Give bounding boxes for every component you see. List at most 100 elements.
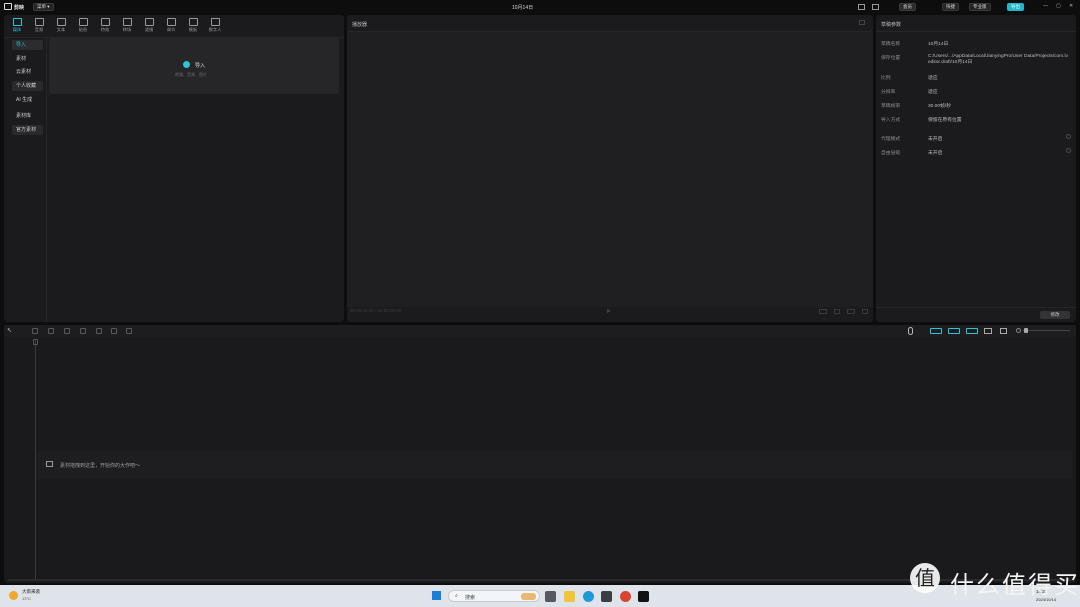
- preview-axis-icon[interactable]: [984, 328, 992, 334]
- filter-icon: [144, 18, 154, 26]
- sidebar-item-1[interactable]: 素材: [12, 54, 43, 64]
- player-title: 播放器: [352, 22, 368, 28]
- microphone-icon[interactable]: [908, 327, 913, 335]
- export-button[interactable]: 导出: [1007, 3, 1024, 11]
- zoom-out-icon[interactable]: [1016, 328, 1021, 333]
- sidebar-item-5[interactable]: 素材库: [12, 111, 43, 121]
- redo-icon[interactable]: [48, 328, 54, 334]
- media-toolbar: 媒体 音频 文本 贴纸 特效 转场 滤镜 调节 模板 数字人: [6, 16, 276, 36]
- select-cursor-icon[interactable]: ↖: [7, 327, 12, 334]
- tool-text[interactable]: 文本: [50, 16, 72, 36]
- import-plus-icon[interactable]: [183, 61, 190, 68]
- detail-key: 自由层级: [881, 151, 901, 156]
- edit-button[interactable]: 修改: [1040, 311, 1070, 319]
- weather-sub: 13°C: [22, 596, 31, 601]
- tool-audio[interactable]: 音频: [28, 16, 50, 36]
- detail-value: 10月14日: [928, 42, 949, 47]
- chrome-icon[interactable]: [620, 591, 631, 602]
- ratio-icon[interactable]: [847, 309, 855, 314]
- detail-key: 比例: [881, 76, 891, 81]
- shortcut-button[interactable]: 快捷: [942, 3, 959, 11]
- detail-value: 未开启: [928, 137, 943, 142]
- sidebar-item-0[interactable]: 导入: [12, 40, 43, 50]
- sidebar-item-4[interactable]: AI 生成: [12, 95, 43, 105]
- sidebar-item-3[interactable]: 个人收藏: [12, 81, 43, 91]
- tool-media[interactable]: 媒体: [6, 16, 28, 36]
- import-label[interactable]: 导入: [195, 62, 205, 69]
- layer-info-icon[interactable]: [1066, 148, 1071, 153]
- jianying-taskbar-icon[interactable]: [638, 591, 649, 602]
- audio-icon: [34, 18, 44, 26]
- split-right-icon[interactable]: [96, 328, 102, 334]
- player-timecode: 00:00:00:00 / 00:00:00:00: [350, 308, 402, 313]
- zoom-slider-handle[interactable]: [1024, 328, 1028, 333]
- split-icon[interactable]: [64, 328, 70, 334]
- tool-digital-human[interactable]: 数字人: [204, 16, 226, 36]
- taskbar-search-box[interactable]: ⌕ 搜索: [448, 590, 540, 602]
- detail-value: C:/Users/.../AppData/Local/JianyingPro/U…: [928, 54, 1068, 65]
- timeline-zoom-fit-icon[interactable]: [1000, 328, 1007, 334]
- linkage-icon[interactable]: [966, 328, 978, 334]
- detail-key: 分辨率: [881, 90, 896, 95]
- player-menu-icon[interactable]: [859, 20, 865, 25]
- marker-icon[interactable]: [126, 328, 132, 334]
- preview-canvas[interactable]: [347, 32, 873, 307]
- sticker-icon: [78, 18, 88, 26]
- sidebar-item-2[interactable]: 云素材: [12, 67, 43, 77]
- tool-label: 滤镜: [144, 27, 154, 32]
- split-left-icon[interactable]: [80, 328, 86, 334]
- app-logo-icon: [4, 3, 12, 10]
- file-explorer-icon[interactable]: [564, 591, 575, 602]
- task-view-icon[interactable]: [545, 591, 556, 602]
- windows-start-icon[interactable]: [432, 591, 441, 600]
- undo-icon[interactable]: [32, 328, 38, 334]
- import-hint: 视频、音频、图片: [175, 72, 207, 77]
- layout-icon[interactable]: [858, 4, 865, 10]
- app-window: 剪映 菜单 ▾ 10月14日 会员 快捷 专业版 导出 — ▢ ✕ 媒体 音频 文本…: [0, 0, 1080, 607]
- tool-effects[interactable]: 特效: [94, 16, 116, 36]
- playhead-handle[interactable]: [33, 339, 38, 345]
- tool-label: 音频: [34, 27, 44, 32]
- detail-value: 30.00帧/秒: [928, 104, 951, 109]
- search-highlight-icon: [521, 593, 536, 600]
- media-sidebar: 导入素材云素材个人收藏 AI 生成素材库官方素材: [4, 37, 46, 322]
- app-icon[interactable]: [601, 591, 612, 602]
- details-footer-divider: [876, 307, 1076, 308]
- detail-key: 导入方式: [881, 118, 901, 123]
- delete-icon[interactable]: [111, 328, 117, 334]
- vip-button[interactable]: 会员: [899, 3, 916, 11]
- main-track-dropzone[interactable]: 素材拖拽到这里，开始你的大作吧～: [36, 451, 1072, 479]
- timeline-toolbar: ↖: [4, 325, 1076, 337]
- maximize-icon[interactable]: ▢: [1056, 3, 1061, 9]
- player-panel: 播放器 00:00:00:00 / 00:00:00:00: [347, 15, 873, 322]
- main-track-magnet-icon[interactable]: [930, 328, 942, 334]
- tool-transition[interactable]: 转场: [116, 16, 138, 36]
- pro-button[interactable]: 专业版: [969, 3, 991, 11]
- quality-icon[interactable]: [819, 309, 827, 314]
- tool-sticker[interactable]: 贴纸: [72, 16, 94, 36]
- tool-adjust[interactable]: 调节: [160, 16, 182, 36]
- tool-label: 数字人: [208, 27, 222, 32]
- tool-template[interactable]: 模板: [182, 16, 204, 36]
- close-icon[interactable]: ✕: [1069, 3, 1073, 9]
- layout-switch-icon[interactable]: [872, 4, 879, 10]
- crop-icon[interactable]: [834, 309, 840, 314]
- sidebar-item-6[interactable]: 官方素材: [12, 125, 43, 135]
- tool-label: 文本: [56, 27, 66, 32]
- minimize-icon[interactable]: —: [1043, 3, 1048, 9]
- weather-text[interactable]: 大雨来袭: [22, 589, 40, 595]
- auto-snap-icon[interactable]: [948, 328, 960, 334]
- timeline-panel: ↖ 素材拖拽到这里，开始你的大作吧～: [4, 325, 1076, 583]
- zoom-slider[interactable]: [1023, 330, 1070, 331]
- proxy-info-icon[interactable]: [1066, 134, 1071, 139]
- fullscreen-icon[interactable]: [862, 309, 868, 314]
- play-icon[interactable]: [607, 309, 611, 313]
- search-placeholder: 搜索: [465, 595, 476, 601]
- edge-icon[interactable]: [583, 591, 594, 602]
- menu-button[interactable]: 菜单 ▾: [33, 3, 54, 11]
- tool-label: 调节: [166, 27, 176, 32]
- tool-filter[interactable]: 滤镜: [138, 16, 160, 36]
- import-dropzone[interactable]: 导入 视频、音频、图片: [49, 37, 339, 94]
- sidebar-divider: [46, 37, 47, 322]
- weather-icon[interactable]: [9, 591, 18, 600]
